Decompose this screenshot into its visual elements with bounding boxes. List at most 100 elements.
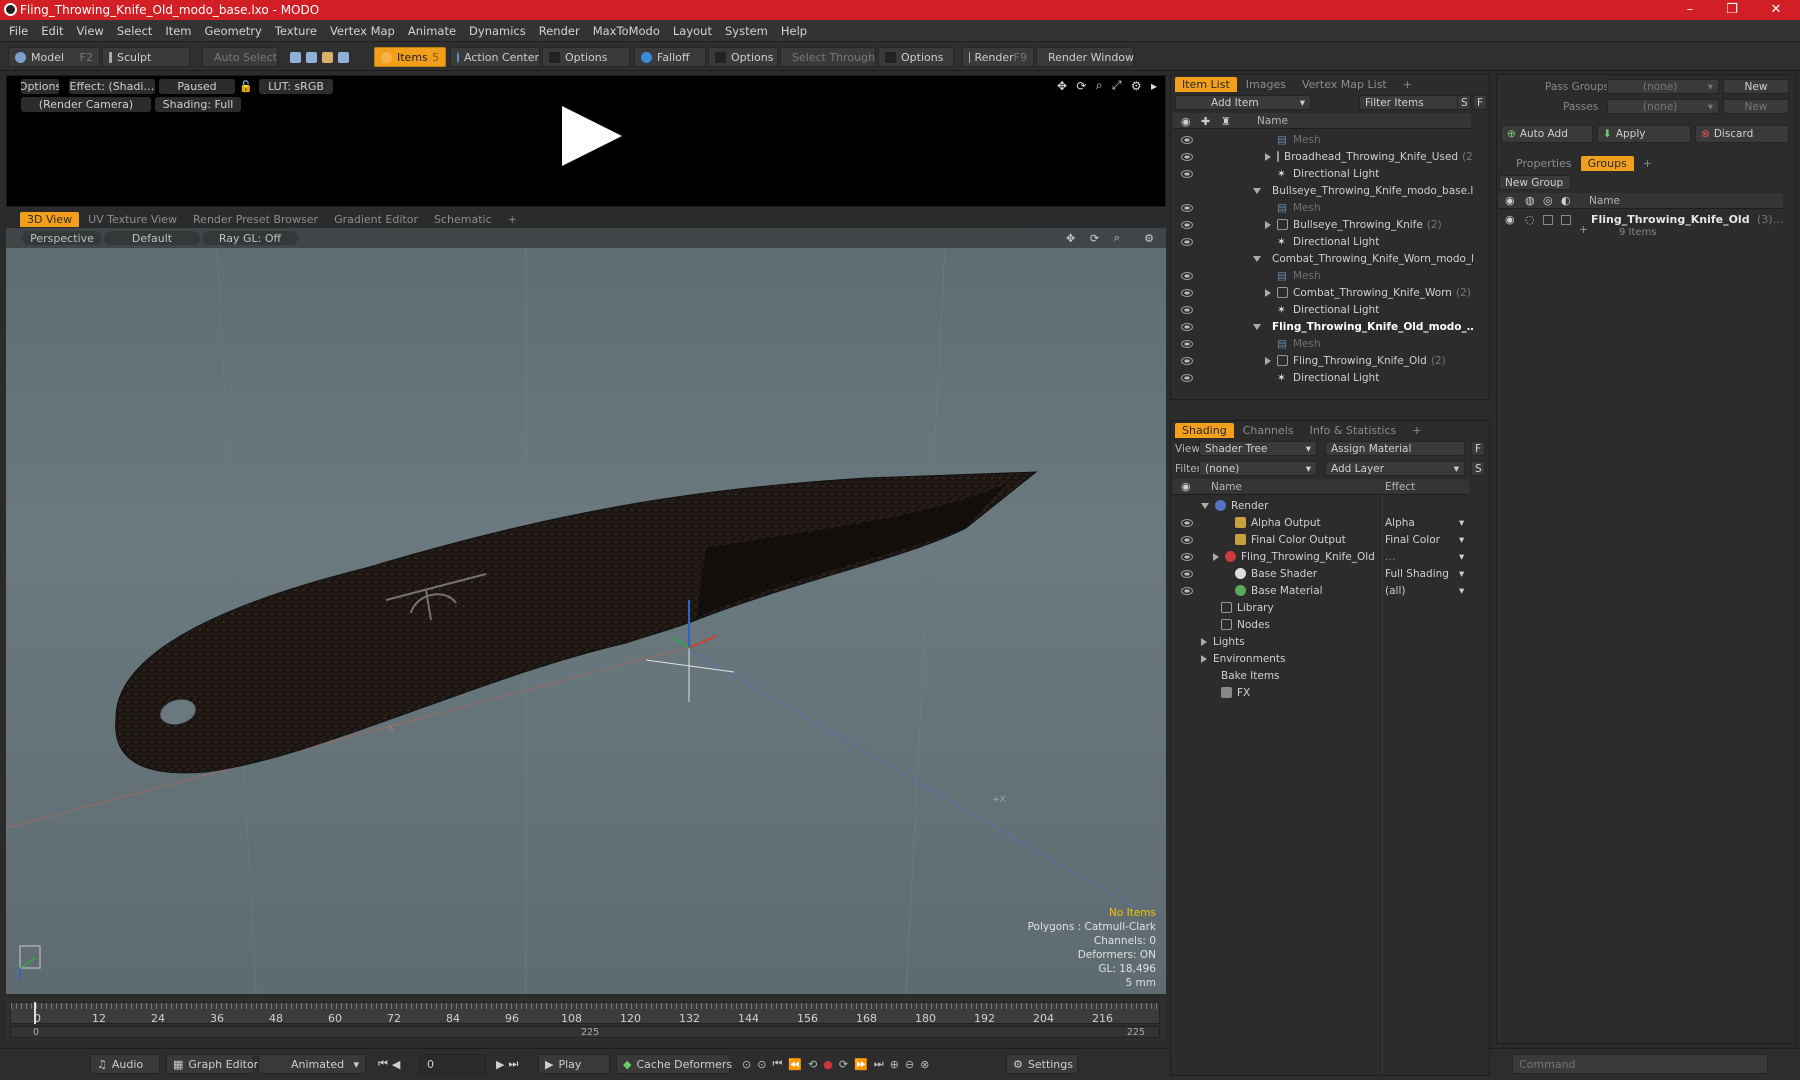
preview-paused-button[interactable]: Paused (159, 79, 235, 94)
key-tool-icon[interactable]: ⊙ (742, 1058, 757, 1071)
tab-add[interactable]: + (1636, 156, 1659, 171)
select-through-options-button[interactable]: Options (878, 47, 954, 67)
key-tools[interactable]: ⊙ ⊙ ⏮ ⏪ ⟲ ● ⟳ ⏩ ⏭ ⊕ ⊖ ⊗ (736, 1054, 1000, 1074)
rotate-icon[interactable]: ⟳ (1090, 232, 1099, 245)
menu-dynamics[interactable]: Dynamics (469, 24, 526, 38)
animated-dropdown[interactable]: Animated ▾ (258, 1054, 366, 1074)
group-row[interactable]: ◉ ◌ + Fling_Throwing_Knife_Old (3)… 9 It… (1499, 211, 1784, 243)
tab-uv-texture-view[interactable]: UV Texture View (81, 212, 184, 227)
list-item[interactable]: Bullseye_Throwing_Knife (2) (1173, 216, 1473, 233)
menu-animate[interactable]: Animate (408, 24, 456, 38)
chevron-down-icon[interactable]: ▾ (1459, 568, 1464, 580)
falloff-options-button[interactable]: Options (708, 47, 778, 67)
list-item[interactable]: ✶ Directional Light (1173, 165, 1473, 182)
effect-value[interactable]: (all) (1385, 585, 1405, 597)
assign-material-button[interactable]: Assign Material (1325, 441, 1465, 456)
key-tool-icon[interactable]: ⟲ (808, 1058, 823, 1071)
key-tool-icon[interactable]: ⊙ (757, 1058, 772, 1071)
pass-groups-dropdown[interactable]: (none) ▾ (1607, 79, 1719, 94)
filter-f-button[interactable]: F (1473, 95, 1487, 110)
visibility-eye-icon[interactable] (1181, 220, 1193, 229)
minimize-button[interactable]: – (1670, 0, 1710, 20)
collapse-arrow-icon[interactable] (1253, 187, 1261, 194)
preview-lut-dropdown[interactable]: LUT: sRGB (259, 79, 333, 94)
prev-key-icon[interactable]: ⏮ (772, 1057, 788, 1071)
step-forward-icon[interactable]: ▶ (496, 1058, 508, 1071)
menu-item[interactable]: Item (165, 24, 191, 38)
select-through-button[interactable]: Select Through (780, 47, 876, 67)
chevron-down-icon[interactable]: ▾ (1459, 517, 1464, 529)
chevron-down-icon[interactable]: ▾ (1459, 551, 1464, 563)
discard-button[interactable]: ⊗ Discard (1695, 125, 1789, 143)
list-item[interactable]: Fling_Throwing_Knife_Old_modo_… (1173, 318, 1473, 335)
tab-channels[interactable]: Channels (1236, 423, 1301, 438)
step-back-icon[interactable]: ◀ (392, 1058, 404, 1071)
new-group-button[interactable]: New Group (1499, 175, 1571, 190)
zoom-icon[interactable]: ⌕ (1114, 231, 1120, 245)
tab-render-preset-browser[interactable]: Render Preset Browser (186, 212, 325, 227)
tab-add[interactable]: + (1396, 77, 1419, 92)
next-key-icon[interactable]: ⏩ (854, 1058, 874, 1071)
lock-icon[interactable]: 🔓 (239, 79, 253, 94)
expand-arrow-icon[interactable] (1201, 637, 1207, 646)
visibility-eye-icon[interactable] (1181, 339, 1193, 348)
viewport-nav-icons[interactable]: ✥ ⟳ ⌕ (1066, 231, 1120, 245)
falloff-button[interactable]: Falloff (634, 47, 706, 67)
perspective-dropdown[interactable]: Perspective (22, 231, 102, 245)
passes-dropdown[interactable]: (none) ▾ (1607, 99, 1719, 114)
skip-start-icon[interactable]: ⏮ (378, 1057, 392, 1071)
raygl-toggle[interactable]: Ray GL: Off (202, 231, 298, 245)
add-item-dropdown[interactable]: Add Item ▾ (1175, 95, 1311, 110)
effect-value[interactable]: … (1385, 551, 1396, 563)
list-item[interactable]: ✶ Directional Light (1173, 301, 1473, 318)
key-tool-icon[interactable]: ⊕ (890, 1058, 905, 1071)
tab-shading[interactable]: Shading (1175, 423, 1234, 438)
menu-view[interactable]: View (77, 24, 104, 38)
move-icon[interactable]: ✥ (1057, 79, 1067, 93)
collapse-arrow-icon[interactable] (1253, 255, 1261, 262)
menu-texture[interactable]: Texture (275, 24, 317, 38)
visibility-eye-icon[interactable] (1181, 569, 1193, 578)
edges-mode-icon[interactable] (306, 51, 317, 63)
frame-forward-buttons[interactable]: ▶ ⏭ (490, 1054, 534, 1074)
list-item[interactable]: Bullseye_Throwing_Knife_modo_base.lxo (1173, 182, 1473, 199)
move-icon[interactable]: ✥ (1066, 232, 1075, 245)
shader-item-base-shader[interactable]: Base Shader Full Shading ▾ (1173, 565, 1469, 582)
select-toggle-icon[interactable] (1561, 215, 1571, 225)
view-dropdown[interactable]: Shader Tree ▾ (1199, 441, 1317, 456)
shader-item-render[interactable]: Render (1173, 497, 1469, 514)
preview-options-button[interactable]: Options (21, 79, 59, 94)
visibility-eye-icon[interactable] (1181, 271, 1193, 280)
preview-effect-dropdown[interactable]: Effect: (Shadi… (69, 79, 155, 94)
filter-s-button[interactable]: S (1457, 95, 1471, 110)
visibility-eye-icon[interactable] (1181, 535, 1193, 544)
tab-gradient-editor[interactable]: Gradient Editor (327, 212, 425, 227)
command-input[interactable] (1512, 1054, 1768, 1074)
menu-maxtomodo[interactable]: MaxToModo (593, 24, 660, 38)
list-item[interactable]: Fling_Throwing_Knife_Old (2) (1173, 352, 1473, 369)
menu-file[interactable]: File (9, 24, 28, 38)
visibility-eye-icon[interactable] (1181, 373, 1193, 382)
shader-item-final-color-output[interactable]: Final Color Output Final Color ▾ (1173, 531, 1469, 548)
effect-value[interactable]: Alpha (1385, 517, 1415, 529)
shader-item-base-material[interactable]: Base Material (all) ▾ (1173, 582, 1469, 599)
chevron-down-icon[interactable]: ▾ (1459, 534, 1464, 546)
prev-key-icon[interactable]: ⏪ (788, 1058, 808, 1071)
skip-end-icon[interactable]: ⏭ (508, 1057, 522, 1071)
key-tool-icon[interactable]: ⊖ (905, 1058, 920, 1071)
expand-arrow-icon[interactable] (1265, 356, 1271, 365)
action-center-button[interactable]: Action Center (450, 47, 540, 67)
visibility-eye-icon[interactable] (1181, 356, 1193, 365)
graph-editor-button[interactable]: ▦ Graph Editor (166, 1054, 258, 1074)
polygons-mode-icon[interactable] (322, 51, 333, 63)
restore-button[interactable]: ❐ (1712, 0, 1752, 20)
shader-item-bake-items[interactable]: Bake Items (1173, 667, 1469, 684)
action-center-options-button[interactable]: Options (542, 47, 630, 67)
shader-item-environments[interactable]: Environments (1173, 650, 1469, 667)
sculpt-mode-button[interactable]: Sculpt (102, 47, 190, 67)
expand-arrow-icon[interactable] (1265, 220, 1271, 229)
tab-groups[interactable]: Groups (1580, 156, 1634, 171)
visibility-eye-icon[interactable] (1181, 518, 1193, 527)
cache-deformers-button[interactable]: ◆ Cache Deformers (616, 1054, 732, 1074)
expand-arrow-icon[interactable] (1265, 152, 1271, 161)
